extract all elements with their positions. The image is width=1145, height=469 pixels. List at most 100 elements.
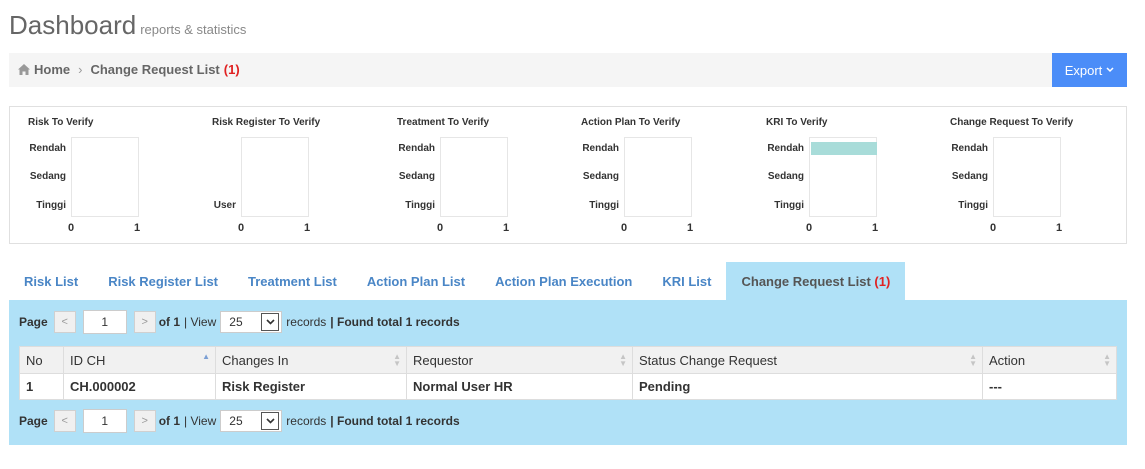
pager-bottom: Page < 1 > of 1 | View 25 records | Foun… [19, 409, 460, 433]
column-header-requestor[interactable]: Requestor ▲ ▼ [406, 346, 633, 374]
cell-id-ch-link[interactable]: CH.000002 [63, 373, 216, 400]
x-tick-max: 1 [1056, 222, 1063, 234]
column-header-status[interactable]: Status Change Request ▲ ▼ [632, 346, 983, 374]
records-per-page-value: 25 [229, 315, 243, 329]
breadcrumb-current: Change Request List [90, 62, 220, 77]
tab-change-request-list[interactable]: Change Request List (1) [726, 262, 906, 300]
y-label: Sedang [398, 171, 435, 182]
records-per-page-select[interactable]: 25 [220, 410, 283, 432]
tab-kri-list[interactable]: KRI List [647, 262, 726, 300]
tab-action-plan-list[interactable]: Action Plan List [352, 262, 480, 300]
breadcrumb: Home › Change Request List (1) [18, 62, 240, 77]
x-tick-max: 1 [872, 222, 879, 234]
pager-found-label: | Found total 1 records [330, 315, 460, 329]
y-label: User [213, 200, 236, 211]
y-label: Tinggi [405, 200, 435, 211]
chart-plot-area [809, 137, 877, 217]
page-title-text: Dashboard [9, 10, 137, 40]
y-label: Tinggi [774, 200, 804, 211]
change-request-table: No ID CH ▲ Changes In ▲ ▼ Requestor ▲ ▼ Statu… [19, 346, 1117, 400]
page-title: Dashboard reports & statistics [9, 10, 246, 41]
chart-plot-area [993, 137, 1061, 217]
stat-chart-change-request: Change Request To Verify Rendah Sedang T… [950, 107, 1130, 243]
x-tick-min: 0 [238, 222, 245, 234]
cell-requestor: Normal User HR [406, 373, 633, 400]
home-icon [18, 64, 30, 75]
stat-chart-treatment: Treatment To Verify Rendah Sedang Tinggi… [397, 107, 577, 243]
table-row: 1 CH.000002 Risk Register Normal User HR… [19, 373, 1117, 400]
pager-of-label: of 1 [158, 315, 181, 329]
breadcrumb-count: (1) [223, 62, 240, 77]
x-tick-max: 1 [134, 222, 141, 234]
y-label: Rendah [29, 143, 66, 154]
page-input[interactable]: 1 [82, 310, 127, 334]
sort-icon: ▲ ▼ [1103, 352, 1111, 368]
x-tick-max: 1 [687, 222, 694, 234]
breadcrumb-home[interactable]: Home [34, 62, 70, 77]
table-header-row: No ID CH ▲ Changes In ▲ ▼ Requestor ▲ ▼ Statu… [19, 346, 1117, 374]
export-button[interactable]: Export [1052, 53, 1127, 87]
tab-treatment-list[interactable]: Treatment List [233, 262, 352, 300]
pager-records-label: records [286, 414, 327, 428]
x-tick-min: 0 [806, 222, 813, 234]
next-page-button[interactable]: > [133, 311, 156, 333]
tab-bar: Risk List Risk Register List Treatment L… [9, 262, 1127, 300]
y-label: Rendah [767, 143, 804, 154]
sort-asc-icon: ▲ [202, 352, 210, 361]
column-header-id-ch[interactable]: ID CH ▲ [63, 346, 216, 374]
page-input[interactable]: 1 [82, 409, 127, 433]
column-header-no[interactable]: No [19, 346, 64, 374]
chevron-down-icon [261, 313, 280, 331]
stat-chart-title: Risk To Verify [28, 117, 94, 128]
sort-icon: ▲ ▼ [969, 352, 977, 368]
x-tick-min: 0 [68, 222, 75, 234]
tab-action-plan-execution[interactable]: Action Plan Execution [480, 262, 647, 300]
prev-page-button[interactable]: < [53, 311, 76, 333]
tab-risk-register-list[interactable]: Risk Register List [93, 262, 233, 300]
stat-chart-action-plan: Action Plan To Verify Rendah Sedang Ting… [581, 107, 761, 243]
y-label: Rendah [582, 143, 619, 154]
y-label: Sedang [582, 171, 619, 182]
y-label: Sedang [29, 171, 66, 182]
chevron-right-icon: › [78, 62, 83, 77]
x-tick-min: 0 [621, 222, 628, 234]
cell-action: --- [982, 373, 1117, 400]
stat-chart-kri: KRI To Verify Rendah Sedang Tinggi 0 1 [766, 107, 946, 243]
stat-chart-title: Risk Register To Verify [212, 117, 321, 128]
tab-risk-list[interactable]: Risk List [9, 262, 93, 300]
next-page-button[interactable]: > [133, 410, 156, 432]
export-label: Export [1064, 62, 1103, 78]
cell-changes-in: Risk Register [215, 373, 407, 400]
chevron-down-icon [261, 412, 280, 430]
y-label: Tinggi [958, 200, 988, 211]
page-subtitle: reports & statistics [140, 22, 247, 37]
chevron-down-icon [1106, 67, 1114, 73]
y-label: Rendah [951, 143, 988, 154]
sort-icon: ▲ ▼ [393, 352, 401, 368]
chart-plot-area [71, 137, 139, 217]
y-label: Sedang [951, 171, 988, 182]
column-header-action[interactable]: Action ▲ ▼ [982, 346, 1117, 374]
prev-page-button[interactable]: < [53, 410, 76, 432]
y-label: Rendah [398, 143, 435, 154]
stat-chart-title: KRI To Verify [766, 117, 828, 128]
records-per-page-select[interactable]: 25 [220, 311, 283, 333]
change-request-panel: Page < 1 > of 1 | View 25 records | Foun… [9, 300, 1127, 445]
pager-found-label: | Found total 1 records [330, 414, 460, 428]
pager-view-label: | View [184, 414, 217, 428]
chart-plot-area [440, 137, 508, 217]
y-label: Sedang [767, 171, 804, 182]
records-per-page-value: 25 [229, 414, 243, 428]
x-tick-max: 1 [503, 222, 510, 234]
pager-records-label: records [286, 315, 327, 329]
cell-status: Pending [632, 373, 983, 400]
stat-chart-risk-register: Risk Register To Verify User 0 1 [212, 107, 392, 243]
column-header-changes-in[interactable]: Changes In ▲ ▼ [215, 346, 407, 374]
x-tick-max: 1 [304, 222, 311, 234]
chart-plot-area [624, 137, 692, 217]
pager-top: Page < 1 > of 1 | View 25 records | Foun… [19, 310, 460, 334]
chart-plot-area [241, 137, 309, 217]
y-label: Tinggi [589, 200, 619, 211]
y-label: Tinggi [36, 200, 66, 211]
pager-page-label: Page [19, 315, 48, 329]
